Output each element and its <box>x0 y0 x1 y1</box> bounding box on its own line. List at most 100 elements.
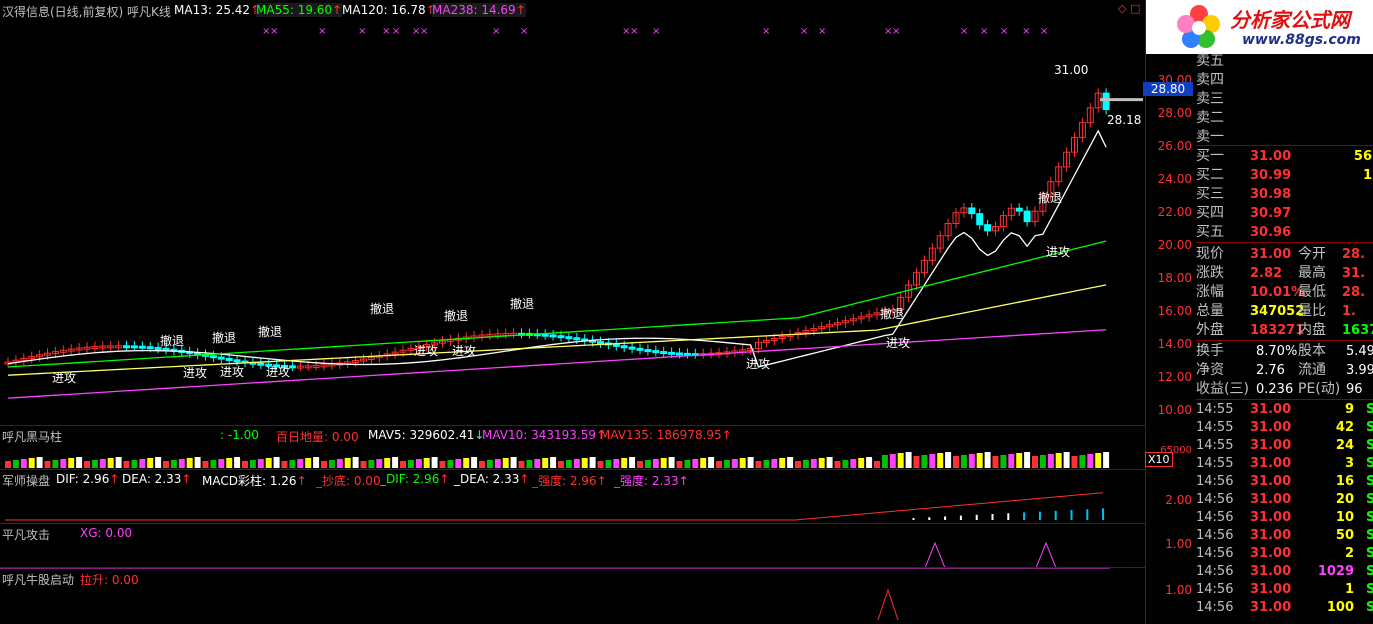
candle-body <box>217 356 225 360</box>
volume-bar <box>637 461 643 468</box>
volume-bar <box>28 458 35 468</box>
volume-bar <box>68 458 75 468</box>
volume-bar <box>1071 456 1078 468</box>
price-axis-tick: 10.00 <box>1157 403 1192 417</box>
buy-level-price: 30.99 <box>1250 168 1292 183</box>
dif-text: DIF: 2.96 <box>56 472 110 486</box>
volume-bar <box>36 457 43 468</box>
volume-bar <box>518 461 525 468</box>
volume-bar <box>558 461 564 468</box>
candle-body <box>557 335 565 339</box>
volume-bar <box>542 458 549 468</box>
volume-bar <box>455 459 462 468</box>
volume-bar <box>676 461 683 468</box>
tick-volume: 10 <box>1335 510 1354 525</box>
attack-signal: 进攻 <box>183 366 207 380</box>
candle-body <box>541 333 549 337</box>
signal-mark-icon: × <box>960 26 968 37</box>
qiangdu2-value: _强度: 2.33↑ <box>614 472 689 489</box>
candle-body <box>565 336 573 340</box>
sell-level-label: 卖四 <box>1196 72 1224 88</box>
candle-body <box>676 352 683 356</box>
volume-bar <box>384 458 391 468</box>
quote-value: 347052 <box>1250 304 1305 319</box>
signal-mark-icon: × <box>818 26 826 37</box>
candle-body <box>628 346 636 350</box>
sell-level-label: 卖五 <box>1196 53 1224 69</box>
fundamental-value: 96 <box>1346 382 1363 397</box>
price-axis-tick: 26.00 <box>1157 139 1192 153</box>
macd-value: MACD彩柱: 1.26↑ <box>202 472 307 489</box>
chart-area[interactable]: 汉得信息(日线,前复权) 呼凡K线 MA13: 25.42↑ MA55: 19.… <box>0 0 1173 624</box>
volume-bar <box>281 461 288 468</box>
volume-bar <box>463 458 470 468</box>
volume-bar <box>945 452 952 468</box>
volume-bar <box>708 457 715 468</box>
tick-price: 31.00 <box>1250 438 1292 453</box>
volume-bar <box>1032 456 1038 468</box>
volume-bar <box>471 457 478 468</box>
volume-bar <box>937 453 944 468</box>
volume-bar <box>874 461 880 468</box>
signal-mark-icon: × <box>800 26 808 37</box>
volume-bar <box>842 460 849 468</box>
tick-volume: 42 <box>1335 420 1354 435</box>
buy-level-price: 30.97 <box>1250 206 1292 221</box>
volume-bar <box>131 460 138 468</box>
volume-bar <box>905 452 912 468</box>
volume-bar <box>194 457 201 468</box>
volume-bar <box>858 458 865 468</box>
volume-bar <box>723 460 730 468</box>
quote-label: 量比 <box>1298 303 1326 319</box>
tick-side: S <box>1366 402 1373 417</box>
volume-bar <box>479 461 485 468</box>
volume-bar <box>810 459 817 468</box>
current-price-badge: 28.80 <box>1143 82 1193 96</box>
volume-bar <box>242 461 248 468</box>
candle-body <box>138 345 146 349</box>
candle-body <box>1023 210 1031 223</box>
divider <box>1196 242 1373 243</box>
arrow-up-icon: ↑ <box>678 474 689 488</box>
volume-bar <box>1095 453 1102 468</box>
tick-price: 31.00 <box>1250 510 1292 525</box>
quote-label: 外盘 <box>1196 322 1224 338</box>
volume-bar <box>297 459 304 468</box>
tick-side: S <box>1366 582 1373 597</box>
buy-level-volume: 56 <box>1353 149 1372 164</box>
signal-mark-icon: × <box>762 26 770 37</box>
mav5-value: MAV5: 329602.41↓ <box>368 428 484 442</box>
volume-bar <box>1055 453 1062 468</box>
volume-bar <box>1008 454 1015 468</box>
volume-bar <box>265 458 272 468</box>
quote-label: 涨跌 <box>1196 265 1224 281</box>
volume-bar <box>115 457 122 468</box>
xg-signal-peak <box>924 541 946 569</box>
volume-bar <box>123 461 130 468</box>
volume-bar <box>652 459 659 468</box>
volume-bar <box>897 453 904 468</box>
chaodi-value: _抄底: 0.00 <box>316 474 381 488</box>
tick-volume: 100 <box>1326 600 1354 615</box>
volume-bar <box>344 458 351 468</box>
logo-banner: 分析家公式网 www.88gs.com <box>1146 0 1373 54</box>
tick-time: 14:56 <box>1196 546 1234 561</box>
tick-time: 14:55 <box>1196 438 1234 453</box>
price-axis-tick: 24.00 <box>1157 172 1192 186</box>
ma55-line <box>7 240 1107 368</box>
volume-bar <box>107 458 114 468</box>
volume-bar <box>605 460 612 468</box>
tick-time: 14:56 <box>1196 528 1234 543</box>
volume-v1: : -1.00 <box>220 428 259 442</box>
volume-bar <box>1047 454 1054 468</box>
quote-value: 2.82 <box>1250 266 1283 281</box>
arrow-up-icon: ↑ <box>109 472 120 486</box>
volume-bar <box>186 458 193 468</box>
retreat-signal: 撤退 <box>880 306 904 321</box>
candle-body <box>668 351 676 355</box>
volume-bar <box>20 459 27 468</box>
volume-bar <box>787 457 794 468</box>
volume-bar <box>818 458 825 468</box>
lasheng-signal-peak <box>877 588 899 621</box>
volume-bar <box>328 460 335 468</box>
